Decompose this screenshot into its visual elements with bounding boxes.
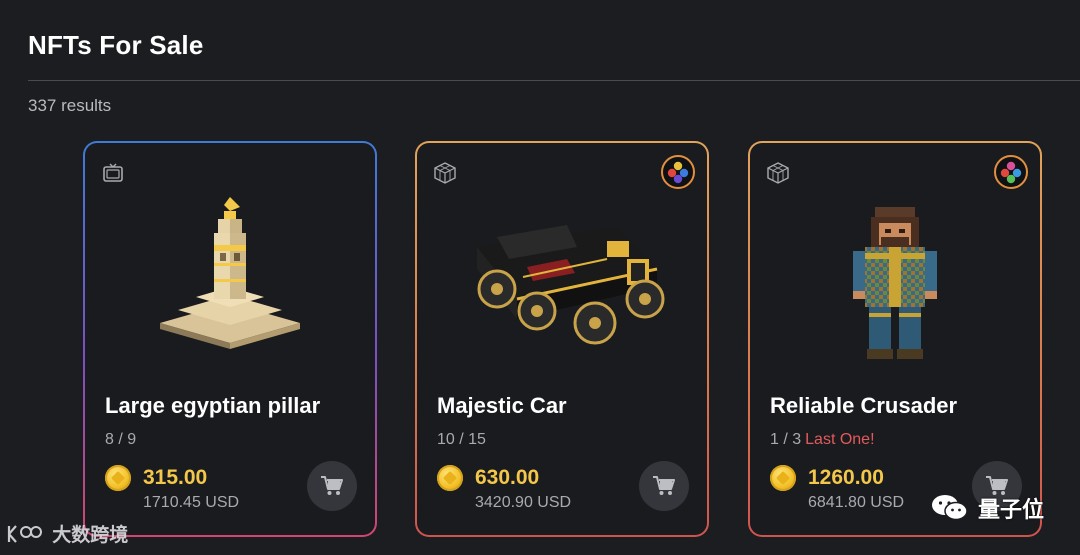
price: 315.00 [143,466,208,489]
coin-icon [437,465,463,491]
cart-icon [653,476,675,495]
add-to-cart-button[interactable] [307,461,357,511]
nft-image-car [477,225,665,345]
price-usd: 6841.80 USD [808,494,905,511]
wechat-icon [930,492,970,524]
nft-card-reliable-crusader[interactable]: Reliable Crusader 1 / 3 Last One! 1260.00… [748,141,1042,537]
nft-card-egyptian-pillar[interactable]: Large egyptian pillar 8 / 9 315.00 1710.… [83,141,377,537]
edition-count: 1 / 3 Last One! [770,431,875,448]
nft-name: Reliable Crusader [770,393,958,418]
last-one-label: Last One! [805,431,875,448]
tv-icon [103,163,123,182]
nft-image-crusader [853,207,937,359]
watermark-logo-icon [6,525,46,546]
add-to-cart-button[interactable] [639,461,689,511]
edition-count: 10 / 15 [437,431,486,448]
brand-badge [661,155,695,189]
cube-grid-icon [767,162,789,184]
watermark-text: 量子位 [977,497,1044,522]
cart-icon [321,476,343,495]
divider [28,80,1080,81]
edition-count: 8 / 9 [105,431,137,448]
price: 630.00 [475,466,540,489]
price-usd: 1710.45 USD [143,494,240,511]
results-count: 337 results [28,96,112,115]
watermark-right: 量子位 [930,492,1044,524]
coin-icon [105,465,131,491]
nft-image-pillar [160,197,300,349]
nft-name: Large egyptian pillar [105,393,321,418]
cube-grid-icon [434,162,456,184]
page-title: NFTs For Sale [28,30,204,60]
nft-card-majestic-car[interactable]: Majestic Car 10 / 15 630.00 3420.90 USD [415,141,709,537]
nft-name: Majestic Car [437,393,567,418]
brand-badge [994,155,1028,189]
coin-icon [770,465,796,491]
watermark-left: 大数跨境 [6,520,128,547]
price: 1260.00 [808,466,884,489]
price-usd: 3420.90 USD [475,494,572,511]
